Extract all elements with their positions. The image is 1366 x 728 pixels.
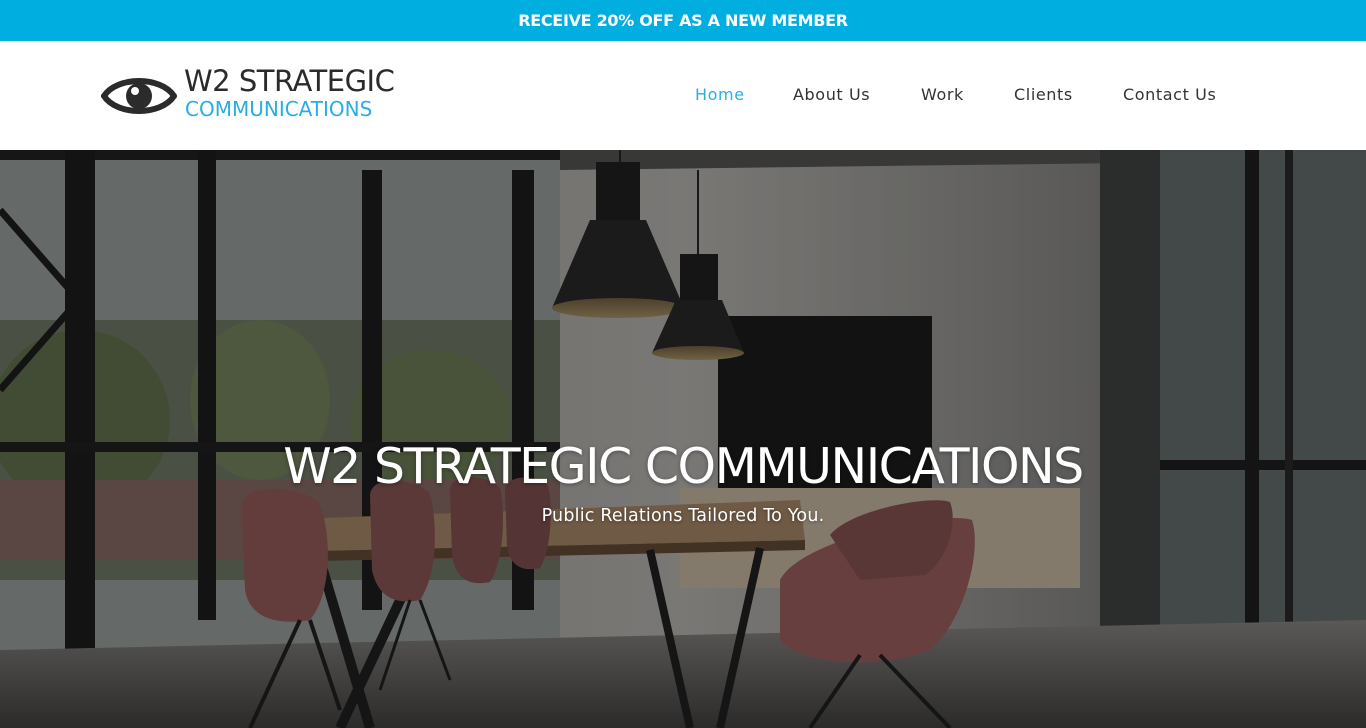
hero-section: W2 STRATEGIC COMMUNICATIONS Public Relat… [0, 150, 1366, 728]
site-header: W2 STRATEGIC COMMUNICATIONS Home About U… [0, 41, 1366, 150]
promo-banner[interactable]: RECEIVE 20% OFF AS A NEW MEMBER [0, 0, 1366, 41]
nav-item-home[interactable]: Home [695, 84, 745, 106]
hero-title: W2 STRATEGIC COMMUNICATIONS [283, 438, 1084, 495]
main-nav: Home About Us Work Clients Contact Us [0, 41, 1366, 150]
nav-item-about-us[interactable]: About Us [793, 84, 870, 106]
hero-subtitle: Public Relations Tailored To You. [541, 506, 825, 526]
nav-item-work[interactable]: Work [921, 84, 964, 106]
nav-item-clients[interactable]: Clients [1014, 84, 1073, 106]
nav-item-contact-us[interactable]: Contact Us [1123, 84, 1216, 106]
promo-text: RECEIVE 20% OFF AS A NEW MEMBER [518, 11, 848, 30]
